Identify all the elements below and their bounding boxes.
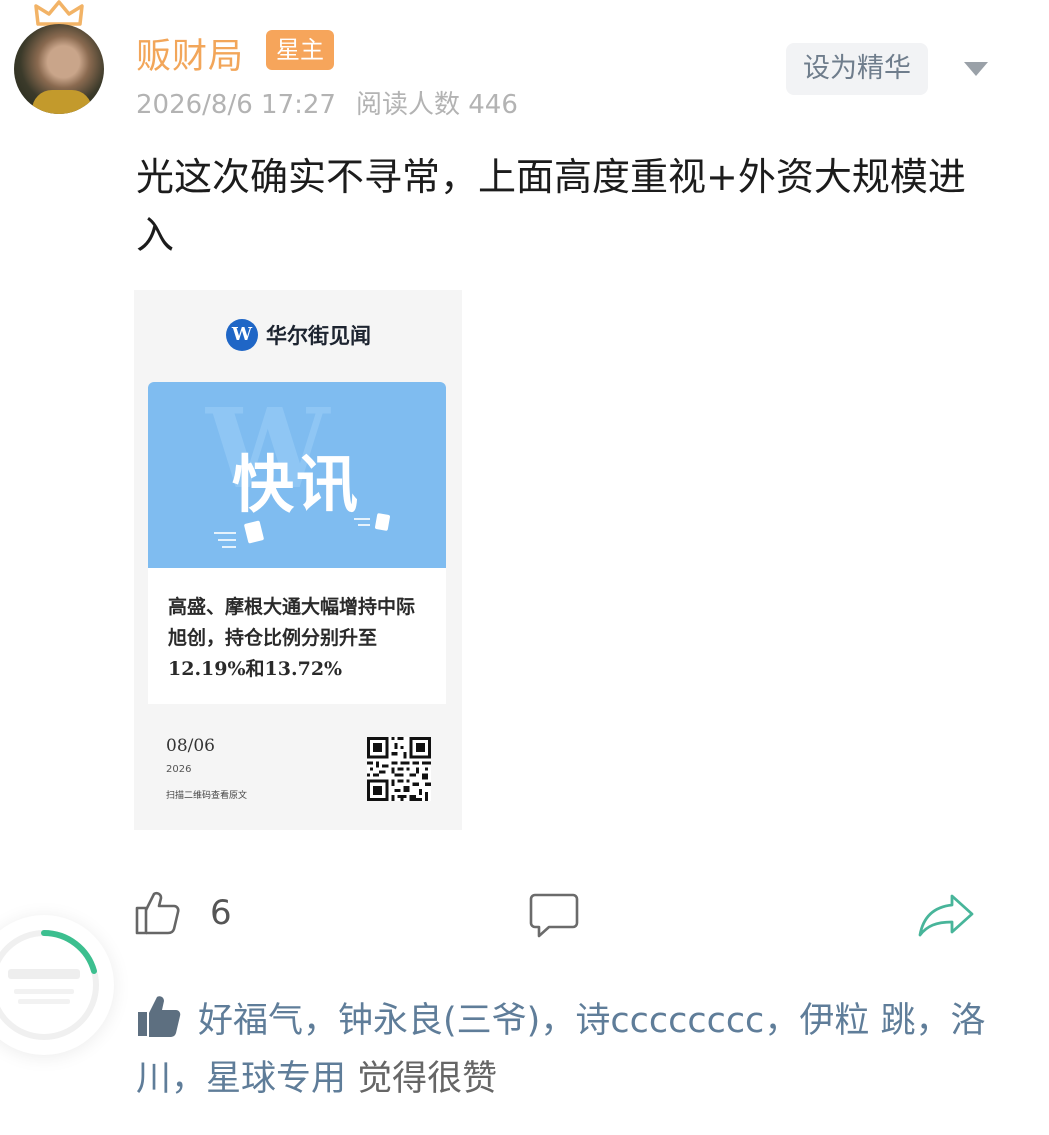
liker-name[interactable]: 诗cccccccc: [575, 1001, 764, 1041]
banner-title: 快讯: [232, 448, 361, 521]
thumb-up-outline-icon[interactable]: [134, 888, 182, 936]
post-date: 2026/8/6 17:27: [136, 90, 336, 120]
news-banner: W 快讯: [148, 382, 446, 568]
likers-suffix: 觉得很赞: [346, 1059, 498, 1099]
chevron-down-icon[interactable]: [964, 62, 988, 76]
avatar[interactable]: [14, 24, 104, 114]
read-count: 阅读人数 446: [355, 90, 518, 120]
news-headline: 高盛、摩根大通大幅增持中际旭创，持仓比例分别升至12.19%和13.72%: [168, 596, 416, 680]
likers-list: 好福气，钟永良(三爷)，诗cccccccc，伊粒 跳，洛川，星球专用 觉得很赞: [136, 992, 996, 1108]
headline-box: 高盛、摩根大通大幅增持中际旭创，持仓比例分别升至12.19%和13.72%: [148, 568, 446, 704]
comment-bubble-icon[interactable]: [529, 893, 579, 939]
shared-image-card[interactable]: W 华尔街见闻 W 快讯 高盛、摩根大通大幅增持中际旭创，持仓比例分别升至12.…: [134, 290, 462, 830]
post-meta: 2026/8/6 17:27 阅读人数 446: [136, 84, 518, 121]
liker-name[interactable]: 好福气: [198, 1001, 303, 1041]
thumb-up-filled-icon: [138, 996, 181, 1037]
wallstreetcn-logo-icon: W: [226, 319, 258, 351]
owner-badge: 星主: [266, 30, 334, 70]
liker-name[interactable]: 钟永良(三爷): [338, 1001, 540, 1041]
card-date: 08/06: [166, 736, 215, 756]
like-count: 6: [210, 893, 232, 933]
post-text: 光这次确实不寻常，上面高度重视+外资大规模进入: [136, 155, 966, 257]
document-icon: [374, 512, 391, 532]
card-year: 2026: [166, 764, 192, 775]
share-arrow-icon[interactable]: [918, 893, 974, 937]
floating-progress-widget[interactable]: [0, 915, 114, 1055]
liker-name[interactable]: 星球专用: [206, 1059, 346, 1099]
brand: W 华尔街见闻: [226, 318, 371, 352]
set-essence-button[interactable]: 设为精华: [786, 43, 928, 95]
brand-name: 华尔街见闻: [266, 323, 371, 348]
author-name[interactable]: 贩财局: [136, 28, 244, 79]
qr-code-icon: [367, 737, 431, 801]
scan-hint: 扫描二维码查看原文: [166, 791, 248, 801]
liker-name[interactable]: 伊粒 跳: [799, 1001, 915, 1041]
